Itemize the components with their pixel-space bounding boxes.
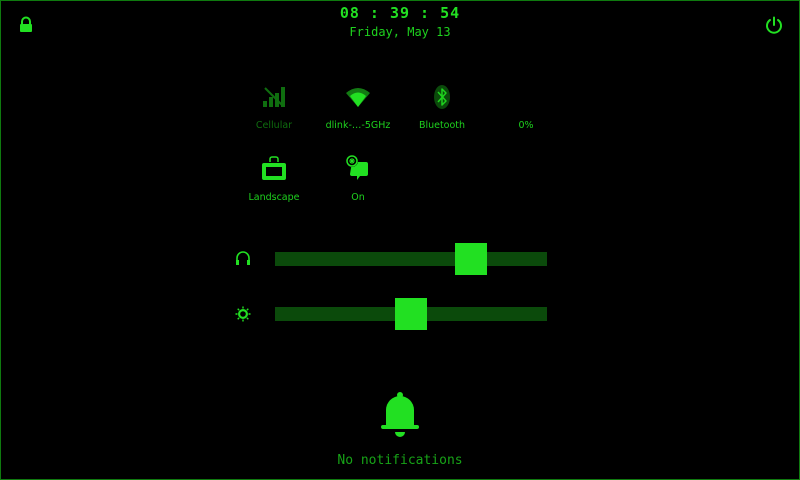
power-icon[interactable] [764, 15, 784, 35]
tile-data-saver[interactable]: On [313, 154, 403, 203]
tile-bluetooth[interactable]: Bluetooth [397, 82, 487, 131]
tile-label: Landscape [248, 192, 300, 203]
wifi-icon [346, 88, 370, 107]
brightness-slider[interactable] [275, 298, 547, 330]
cellular-signal-icon [263, 87, 285, 107]
brightness-slider-thumb[interactable] [395, 298, 427, 330]
screen-rotation-icon [262, 156, 286, 180]
tile-label: dlink-…-5GHz [325, 120, 391, 131]
headphones-icon [236, 251, 250, 265]
clock: 08 : 39 : 54 [339, 4, 461, 22]
tile-rotation[interactable]: Landscape [229, 154, 319, 203]
data-saver-icon [346, 155, 368, 180]
tile-wifi[interactable]: dlink-…-5GHz [313, 82, 403, 131]
tile-battery[interactable]: 0% [481, 82, 571, 131]
lock-icon[interactable] [17, 16, 35, 34]
tile-label: Bluetooth [418, 120, 466, 131]
bluetooth-icon [434, 85, 450, 109]
bell-icon [381, 392, 419, 437]
tile-cellular[interactable]: Cellular [229, 82, 319, 131]
brightness-icon [235, 306, 251, 322]
tile-label: Cellular [255, 120, 293, 131]
battery-icon [511, 82, 541, 112]
tile-label: On [351, 192, 365, 203]
tile-label: 0% [518, 120, 534, 131]
volume-slider[interactable] [275, 243, 547, 275]
volume-slider-thumb[interactable] [455, 243, 487, 275]
no-notifications-text: No notifications [337, 453, 463, 468]
date: Friday, May 13 [349, 25, 451, 39]
